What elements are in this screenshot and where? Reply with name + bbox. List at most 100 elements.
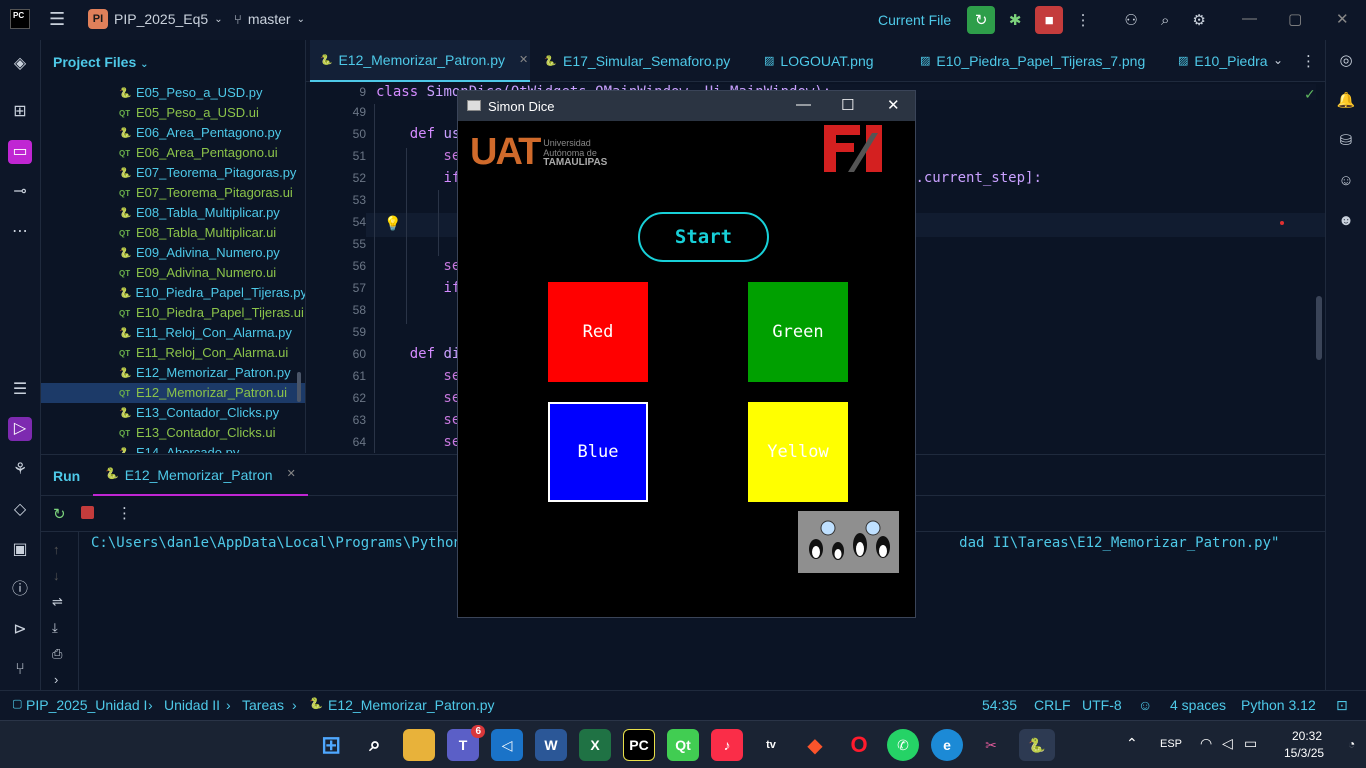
breadcrumb-tareas[interactable]: Tareas	[242, 697, 284, 713]
breadcrumb-unidad[interactable]: Unidad II	[164, 697, 220, 713]
project-file-item[interactable]: QT E10_Piedra_Papel_Tijeras.ui	[41, 303, 305, 323]
problems-icon[interactable]: ⓘ	[8, 578, 32, 602]
copilot-status-icon[interactable]: ☺	[1138, 697, 1152, 713]
branch-selector[interactable]: ⑂ master ⌄	[234, 11, 305, 27]
debug-icon[interactable]: ✱	[1001, 6, 1029, 34]
project-folder-icon[interactable]: ▭	[8, 140, 32, 164]
more-tools-icon[interactable]: ⋯	[8, 220, 32, 244]
add-user-icon[interactable]: ⚇	[1117, 6, 1145, 34]
red-button[interactable]: Red	[548, 282, 648, 382]
terminal-icon[interactable]: ▣	[8, 538, 32, 562]
main-menu-icon[interactable]: ☰	[49, 10, 69, 30]
commit-icon[interactable]: ⊸	[8, 180, 32, 204]
lightbulb-icon[interactable]: 💡	[384, 215, 401, 232]
clock-date[interactable]: 15/3/25	[1284, 746, 1324, 760]
start-button[interactable]: Start	[638, 212, 769, 262]
tab-e12-memorizar-patron[interactable]: 🐍 E12_Memorizar_Patron.py ✕	[310, 40, 530, 82]
project-scrollbar[interactable]	[297, 372, 301, 402]
python-interpreter[interactable]: Python 3.12	[1241, 697, 1316, 713]
expand-icon[interactable]: ›	[54, 672, 58, 687]
close-icon[interactable]: ✕	[887, 96, 900, 114]
project-file-item[interactable]: 🐍 E08_Tabla_Multiplicar.py	[41, 203, 305, 223]
project-file-item[interactable]: 🐍 E09_Adivina_Numero.py	[41, 243, 305, 263]
scroll-to-end-icon[interactable]: ⤓	[52, 620, 58, 636]
project-file-item[interactable]: 🐍 E10_Piedra_Papel_Tijeras.py	[41, 283, 305, 303]
simon-dice-titlebar[interactable]: Simon Dice — ☐ ✕	[458, 91, 915, 121]
notifications-icon[interactable]: 🔔	[1335, 90, 1357, 112]
project-file-item[interactable]: 🐍 E05_Peso_a_USD.py	[41, 83, 305, 103]
chevron-up-icon[interactable]: ⌃	[1126, 735, 1138, 752]
minimize-icon[interactable]: —	[796, 96, 811, 113]
ai-assistant-icon[interactable]: ◈	[8, 52, 32, 76]
layers-icon[interactable]: ◇	[8, 498, 32, 522]
services-icon[interactable]: ⊳	[8, 618, 32, 642]
maximize-icon[interactable]: ☐	[841, 96, 854, 114]
project-file-item[interactable]: QT E11_Reloj_Con_Alarma.ui	[41, 343, 305, 363]
python-console-icon[interactable]: ⚘	[8, 458, 32, 482]
list-icon[interactable]: ☰	[8, 378, 32, 402]
wifi-icon[interactable]: ◠	[1200, 735, 1212, 752]
project-file-item[interactable]: 🐍 E07_Teorema_Pitagoras.py	[41, 163, 305, 183]
arrow-down-icon[interactable]: ↓	[53, 568, 60, 583]
assistant-icon[interactable]: ☻	[1335, 210, 1357, 232]
close-icon[interactable]: ✕	[519, 39, 528, 81]
file-encoding[interactable]: UTF-8	[1082, 697, 1122, 713]
teams-icon[interactable]: T 6	[447, 725, 485, 761]
gear-icon[interactable]: ⚙	[1185, 6, 1213, 34]
project-file-item[interactable]: 🐍 E13_Contador_Clicks.py	[41, 403, 305, 423]
run-tab[interactable]: 🐍 E12_Memorizar_Patron ✕	[93, 455, 308, 496]
project-file-item[interactable]: QT E08_Tabla_Multiplicar.ui	[41, 223, 305, 243]
project-file-item[interactable]: 🐍 E14_Ahorcado.py	[41, 443, 305, 453]
database-icon[interactable]: ⛁	[1335, 130, 1357, 152]
blue-button[interactable]: Blue	[548, 402, 648, 502]
windows-start-icon[interactable]: ⊞	[315, 729, 347, 761]
run-config-selector[interactable]: Current File	[878, 12, 951, 28]
music-icon[interactable]: ♪	[711, 729, 743, 761]
project-panel-header[interactable]: Project Files ⌄	[41, 40, 305, 80]
rerun-icon[interactable]: ↻	[53, 505, 66, 523]
brave-icon[interactable]: ◆	[799, 729, 831, 761]
breadcrumb-project[interactable]: PIP_2025_Unidad I	[26, 697, 147, 713]
project-file-item[interactable]: QT E13_Contador_Clicks.ui	[41, 423, 305, 443]
whatsapp-icon[interactable]: ✆	[887, 729, 919, 761]
soft-wrap-icon[interactable]: ⇌	[52, 594, 63, 610]
file-explorer-icon[interactable]	[403, 729, 435, 761]
volume-icon[interactable]: ◁	[1222, 735, 1233, 752]
close-icon[interactable]: ✕	[1336, 10, 1349, 28]
project-file-item[interactable]: 🐍 E12_Memorizar_Patron.py	[41, 363, 305, 383]
edge-icon[interactable]: e	[931, 729, 963, 761]
caret-position[interactable]: 54:35	[982, 697, 1017, 713]
ai-chat-icon[interactable]: ◎	[1335, 50, 1357, 72]
stop-icon[interactable]	[81, 506, 94, 519]
maximize-icon[interactable]: ▢	[1288, 10, 1302, 28]
stop-button[interactable]: ■	[1035, 6, 1064, 34]
project-file-item[interactable]: 🐍 E06_Area_Pentagono.py	[41, 123, 305, 143]
print-icon[interactable]: ⎙	[52, 646, 62, 662]
tabs-more-icon[interactable]: ⋮	[1301, 52, 1316, 70]
search-icon[interactable]: ⌕	[1151, 6, 1179, 34]
project-file-item[interactable]: 🐍 E11_Reloj_Con_Alarma.py	[41, 323, 305, 343]
tab-e10-piedra-png[interactable]: ▨ E10_Piedra_Papel_Tijeras_7.png	[910, 40, 1155, 82]
run-icon[interactable]: ▷	[8, 417, 32, 441]
project-selector[interactable]: PI PIP_2025_Eq5 ⌄	[88, 9, 223, 29]
opera-icon[interactable]: O	[843, 729, 875, 761]
editor-scrollbar[interactable]	[1316, 296, 1322, 360]
green-button[interactable]: Green	[748, 282, 848, 382]
project-file-item[interactable]: QT E06_Area_Pentagono.ui	[41, 143, 305, 163]
tab-e17-simular-semaforo[interactable]: 🐍 E17_Simular_Semaforo.py	[534, 40, 740, 82]
arrow-up-icon[interactable]: ↑	[53, 542, 60, 557]
lock-icon[interactable]: ⊡	[1336, 697, 1348, 714]
yellow-button[interactable]: Yellow	[748, 402, 848, 502]
close-icon[interactable]: ✕	[287, 467, 296, 494]
git-icon[interactable]: ⑂	[8, 658, 32, 682]
vscode-icon[interactable]: ◁	[491, 729, 523, 761]
clock-time[interactable]: 20:32	[1292, 729, 1322, 743]
project-file-item[interactable]: QT E07_Teorema_Pitagoras.ui	[41, 183, 305, 203]
project-file-item[interactable]: QT E05_Peso_a_USD.ui	[41, 103, 305, 123]
word-icon[interactable]: W	[535, 729, 567, 761]
indent-setting[interactable]: 4 spaces	[1170, 697, 1226, 713]
excel-icon[interactable]: X	[579, 729, 611, 761]
language-indicator[interactable]: ESP	[1160, 738, 1182, 750]
project-file-item[interactable]: QT E12_Memorizar_Patron.ui	[41, 383, 305, 403]
copilot-icon[interactable]: ☺	[1335, 170, 1357, 192]
